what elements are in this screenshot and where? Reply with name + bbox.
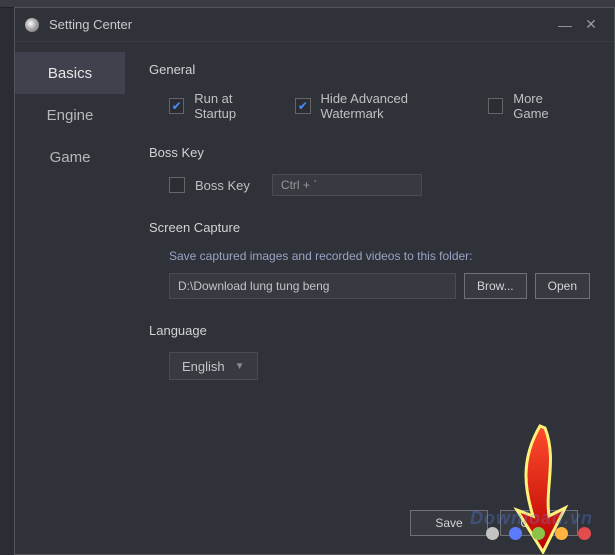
dot-1	[486, 527, 499, 540]
dot-5	[578, 527, 591, 540]
minimize-button[interactable]: —	[552, 17, 578, 33]
color-dots	[486, 527, 591, 540]
section-screen-capture: Screen Capture Save captured images and …	[149, 220, 590, 299]
watermark-text: Download.vn	[470, 508, 593, 529]
settings-window: Setting Center — ✕ Basics Engine Game Ge…	[14, 7, 615, 555]
section-general: General ✔ Run at Startup ✔ Hide Advanced…	[149, 62, 590, 121]
section-title-general: General	[149, 62, 590, 77]
checkbox-more-game[interactable]: ✔	[488, 98, 503, 114]
tab-engine[interactable]: Engine	[15, 94, 125, 136]
capture-path-input[interactable]: D:\Download lung tung beng	[169, 273, 456, 299]
language-value: English	[182, 359, 225, 374]
section-title-screen-capture: Screen Capture	[149, 220, 590, 235]
language-select[interactable]: English ▼	[169, 352, 258, 380]
sidebar: Basics Engine Game	[15, 42, 125, 554]
label-run-at-startup: Run at Startup	[194, 91, 273, 121]
close-button[interactable]: ✕	[578, 16, 604, 33]
section-language: Language English ▼	[149, 323, 590, 380]
checkbox-run-at-startup[interactable]: ✔	[169, 98, 184, 114]
browse-button[interactable]: Brow...	[464, 273, 527, 299]
dot-4	[555, 527, 568, 540]
checkbox-hide-watermark[interactable]: ✔	[295, 98, 310, 114]
titlebar: Setting Center — ✕	[15, 8, 614, 42]
settings-content: General ✔ Run at Startup ✔ Hide Advanced…	[125, 42, 614, 554]
tab-basics[interactable]: Basics	[15, 52, 125, 94]
window-title: Setting Center	[49, 17, 552, 32]
open-button[interactable]: Open	[535, 273, 590, 299]
label-hide-watermark: Hide Advanced Watermark	[321, 91, 466, 121]
section-boss-key: Boss Key ✔ Boss Key Ctrl + `	[149, 145, 590, 196]
checkbox-boss-key[interactable]: ✔	[169, 177, 185, 193]
chevron-down-icon: ▼	[235, 361, 245, 372]
dot-2	[509, 527, 522, 540]
app-icon	[25, 18, 39, 32]
hotkey-input[interactable]: Ctrl + `	[272, 174, 422, 196]
tab-game[interactable]: Game	[15, 136, 125, 178]
label-boss-key: Boss Key	[195, 178, 250, 193]
section-title-language: Language	[149, 323, 590, 338]
section-title-boss-key: Boss Key	[149, 145, 590, 160]
dot-3	[532, 527, 545, 540]
screen-capture-help: Save captured images and recorded videos…	[149, 249, 590, 263]
label-more-game: More Game	[513, 91, 578, 121]
